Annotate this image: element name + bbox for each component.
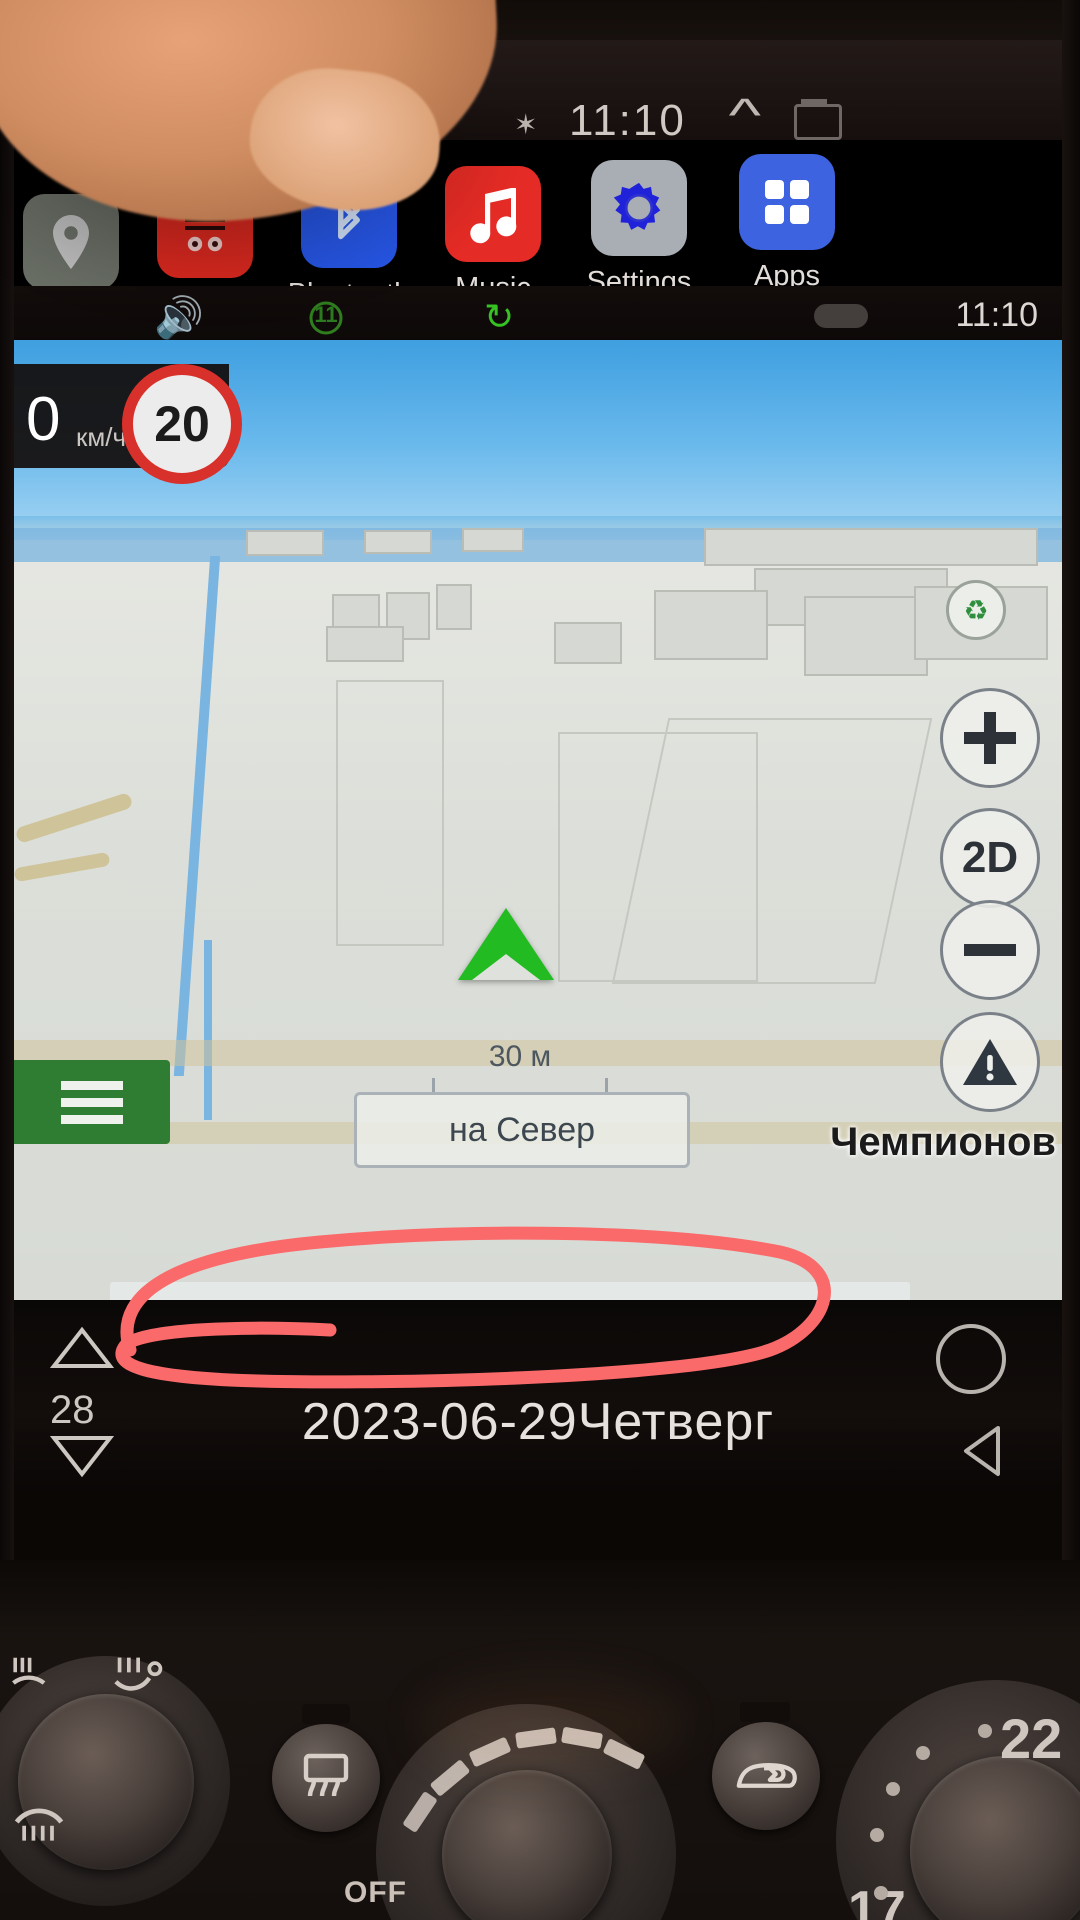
zoom-in-button[interactable] bbox=[940, 688, 1040, 788]
recirculation-indicator bbox=[740, 1702, 790, 1722]
hamburger-menu-icon bbox=[61, 1073, 123, 1132]
gear-icon bbox=[591, 160, 687, 256]
photo-of-car-dashboard: ✶ 11:10 ^ Navi bbox=[0, 0, 1080, 1920]
date-value: 2023-06-29 bbox=[301, 1393, 578, 1451]
map-scale-label: 30 м bbox=[488, 1040, 552, 1073]
fan-speed-segments bbox=[392, 1720, 662, 1850]
recirculation-icon bbox=[736, 1762, 797, 1788]
direction-north-button[interactable]: на Север bbox=[354, 1092, 690, 1168]
direction-north-label: на Север bbox=[448, 1110, 596, 1149]
recirculation-button[interactable] bbox=[712, 1722, 820, 1830]
dashboard-bezel-right bbox=[1062, 0, 1080, 1600]
volume-up-button[interactable] bbox=[50, 1326, 114, 1370]
temperature-max-label: 22 bbox=[1000, 1707, 1063, 1770]
map-building bbox=[246, 530, 324, 556]
cloud-icon bbox=[814, 304, 868, 328]
map-building bbox=[364, 530, 432, 554]
error-toast: Не удалось запустить приложение "com.acl… bbox=[110, 1282, 910, 1300]
date-display: 2023-06-29Четверг bbox=[14, 1392, 1062, 1452]
current-speed-value: 0 bbox=[26, 385, 61, 454]
weekday-value: Четверг bbox=[577, 1393, 775, 1451]
warning-triangle-icon bbox=[963, 1039, 1017, 1085]
window-icon[interactable] bbox=[794, 99, 842, 140]
temp-tick bbox=[916, 1746, 930, 1760]
minus-icon bbox=[964, 944, 1016, 956]
temp-tick bbox=[978, 1724, 992, 1738]
recycle-poi-icon[interactable]: ♻ bbox=[946, 580, 1006, 640]
map-building bbox=[654, 590, 768, 660]
map-road-blue bbox=[204, 940, 212, 1120]
rear-defrost-button[interactable] bbox=[272, 1724, 380, 1832]
zoom-out-button[interactable] bbox=[940, 900, 1040, 1000]
app-item-apps[interactable]: Apps bbox=[712, 154, 862, 293]
speed-limit-value: 20 bbox=[154, 396, 210, 452]
rear-defrost-indicator bbox=[302, 1704, 350, 1724]
front-defrost-icon bbox=[114, 1657, 163, 1691]
map-mode-label: 2D bbox=[961, 833, 1019, 882]
back-button[interactable] bbox=[954, 1422, 1012, 1480]
map-road-block bbox=[336, 680, 444, 946]
seat-airflow-icon bbox=[12, 1657, 46, 1685]
chevron-up-icon[interactable]: ^ bbox=[729, 88, 761, 142]
fan-off-label: OFF bbox=[344, 1876, 407, 1909]
temp-tick bbox=[874, 1886, 888, 1900]
street-name-label: Чемпионов bbox=[830, 1120, 1056, 1164]
home-button[interactable] bbox=[936, 1324, 1006, 1394]
map-building bbox=[436, 584, 472, 630]
head-unit-bottom-bar: 28 2023-06-29Четверг bbox=[14, 1300, 1062, 1490]
rear-defrost-icon bbox=[303, 1753, 349, 1797]
map-road-block bbox=[611, 718, 933, 984]
grid-apps-icon bbox=[739, 154, 835, 250]
speed-limit-sign: 20 bbox=[122, 364, 242, 484]
map-scale: 30 м bbox=[432, 1040, 608, 1095]
hvac-control-panel: OFF 22 17 bbox=[0, 1560, 1080, 1920]
windshield-wiper-icon bbox=[14, 1808, 64, 1841]
plus-icon bbox=[964, 712, 1016, 764]
vehicle-marker bbox=[458, 908, 554, 980]
temp-tick bbox=[870, 1828, 884, 1842]
speed-unit-label: км/ч bbox=[76, 422, 127, 452]
report-warning-button[interactable] bbox=[940, 1012, 1040, 1112]
map-building bbox=[462, 528, 524, 552]
map-building bbox=[804, 596, 928, 676]
secondary-status-time: 11:10 bbox=[955, 296, 1038, 334]
temp-tick bbox=[886, 1782, 900, 1796]
map-menu-button[interactable] bbox=[14, 1060, 170, 1144]
map-building bbox=[554, 622, 622, 664]
navigation-map[interactable]: 0 км/ч 20 ♻ 2D 30 м на Север Чемпионов bbox=[14, 340, 1062, 1300]
map-building bbox=[326, 626, 404, 662]
map-building bbox=[704, 528, 1038, 566]
map-mode-button[interactable]: 2D bbox=[940, 808, 1040, 908]
app-item-settings[interactable]: Settings bbox=[564, 160, 714, 299]
